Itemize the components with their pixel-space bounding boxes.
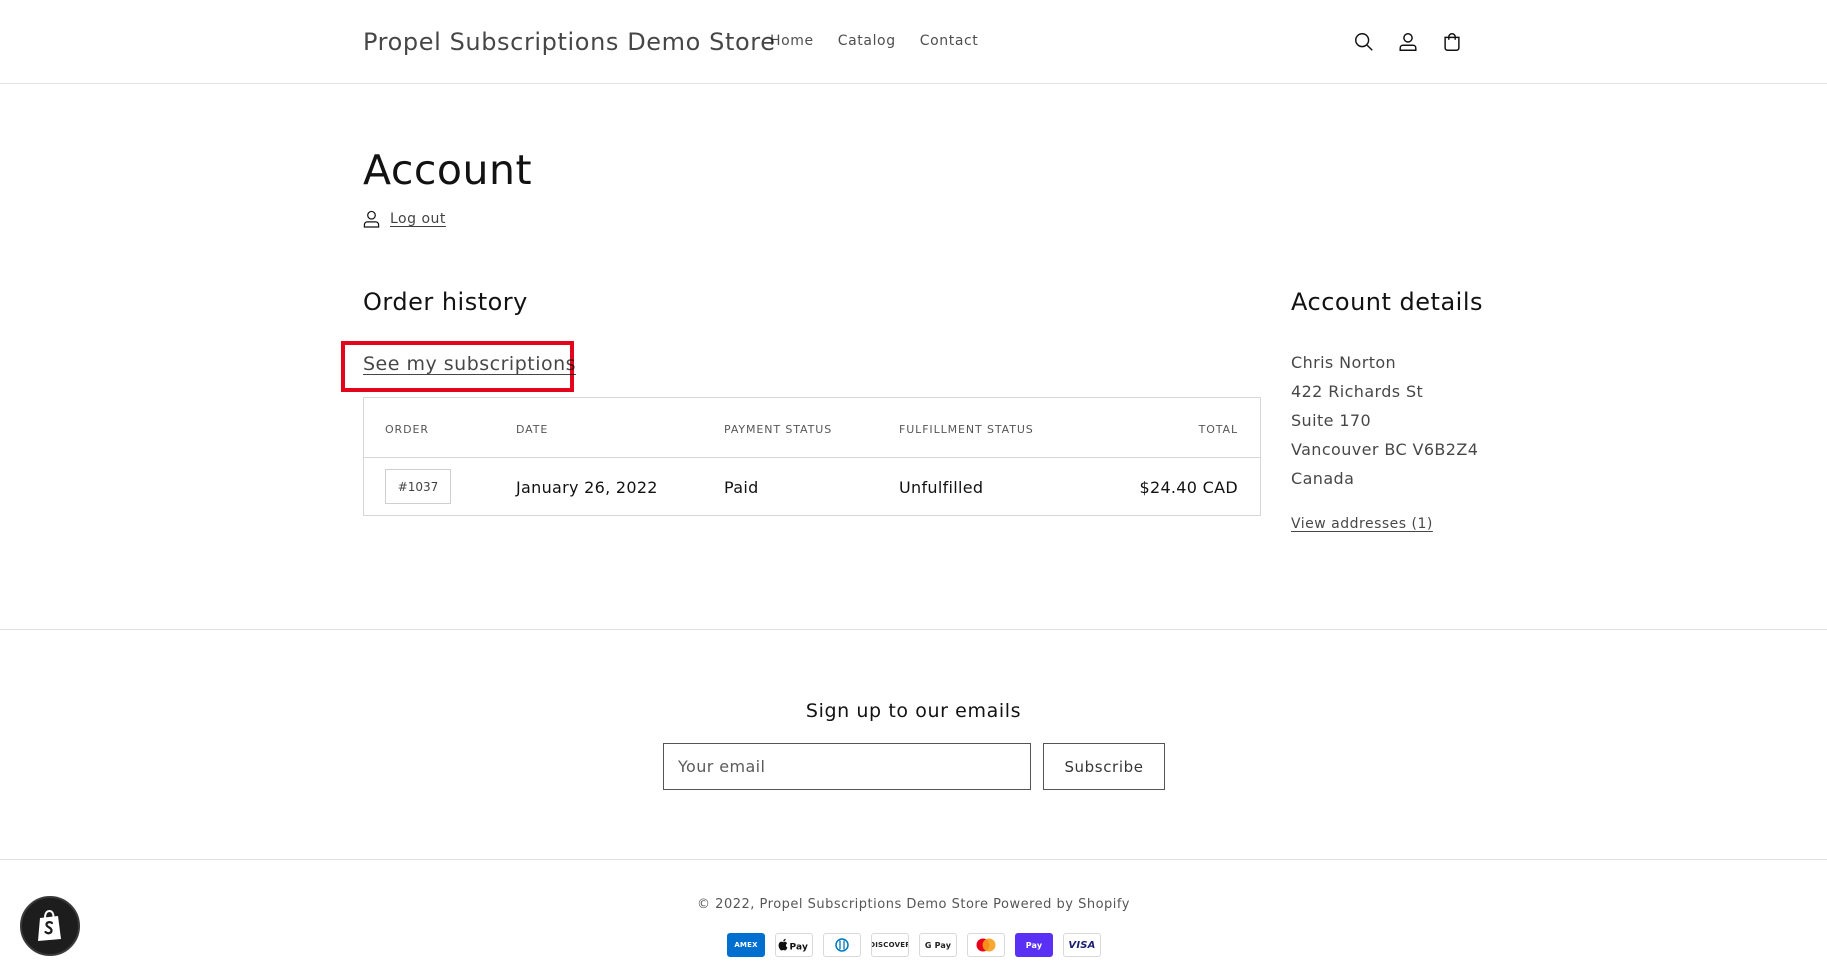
copyright-prefix: © 2022, <box>697 897 755 912</box>
nav-catalog[interactable]: Catalog <box>838 33 896 49</box>
address-country: Canada <box>1291 469 1355 488</box>
column-header-date: DATE <box>516 423 549 436</box>
nav-home[interactable]: Home <box>770 33 814 49</box>
copyright: © 2022, Propel Subscriptions Demo Store … <box>0 897 1827 912</box>
account-details-title: Account details <box>1291 288 1483 316</box>
discover-icon: DISCOVER <box>871 933 909 957</box>
email-input[interactable] <box>663 743 1031 790</box>
order-history-title: Order history <box>363 288 528 316</box>
orders-table: ORDER DATE PAYMENT STATUS FULFILLMENT ST… <box>363 397 1261 516</box>
address-block: Chris Norton 422 Richards St Suite 170 V… <box>1291 348 1478 493</box>
address-name: Chris Norton <box>1291 353 1397 372</box>
column-header-payment-status: PAYMENT STATUS <box>724 423 833 436</box>
order-total: $24.40 CAD <box>1139 478 1238 497</box>
apple-pay-icon: Pay <box>775 933 813 957</box>
google-pay-icon: G Pay <box>919 933 957 957</box>
powered-by-shopify-link[interactable]: Powered by Shopify <box>993 897 1130 912</box>
search-icon[interactable] <box>1352 28 1376 56</box>
amex-icon: AMEX <box>727 933 765 957</box>
shop-pay-icon: Pay <box>1015 933 1053 957</box>
address-street: 422 Richards St <box>1291 382 1424 401</box>
order-number-link[interactable]: #1037 <box>385 469 451 504</box>
table-header: ORDER DATE PAYMENT STATUS FULFILLMENT ST… <box>364 398 1260 458</box>
column-header-fulfillment-status: FULFILLMENT STATUS <box>899 423 1034 436</box>
mastercard-icon <box>967 933 1005 957</box>
visa-icon: VISA <box>1063 933 1101 957</box>
logout-link[interactable]: Log out <box>390 211 446 227</box>
see-subscriptions-link[interactable]: See my subscriptions <box>363 353 576 375</box>
logout-row: Log out <box>363 210 446 228</box>
footer-divider <box>0 629 1827 630</box>
order-date: January 26, 2022 <box>516 478 658 497</box>
copyright-store-link[interactable]: Propel Subscriptions Demo Store <box>760 897 989 912</box>
subscribe-button[interactable]: Subscribe <box>1043 743 1165 790</box>
fulfillment-status: Unfulfilled <box>899 478 984 497</box>
column-header-order: ORDER <box>385 423 429 436</box>
main-nav: Home Catalog Contact <box>770 33 978 49</box>
svg-text:Pay: Pay <box>790 943 809 953</box>
diners-club-icon <box>823 933 861 957</box>
newsletter-title: Sign up to our emails <box>805 700 1022 722</box>
column-header-total: TOTAL <box>1198 423 1238 436</box>
address-city: Vancouver BC V6B2Z4 <box>1291 440 1479 459</box>
site-header: Propel Subscriptions Demo Store Home Cat… <box>0 0 1827 84</box>
user-icon <box>363 210 380 228</box>
nav-contact[interactable]: Contact <box>920 33 979 49</box>
page-title: Account <box>363 146 533 194</box>
footer-bottom-divider <box>0 859 1827 860</box>
account-icon[interactable] <box>1396 28 1420 56</box>
header-icons <box>1352 28 1464 56</box>
payment-icons: AMEX Pay DISCOVER G Pay Pay VISA <box>727 933 1101 957</box>
address-suite: Suite 170 <box>1291 411 1372 430</box>
shopify-icon[interactable] <box>20 896 80 956</box>
view-addresses-link[interactable]: View addresses (1) <box>1291 516 1433 532</box>
store-title[interactable]: Propel Subscriptions Demo Store <box>363 28 776 56</box>
payment-status: Paid <box>724 478 759 497</box>
cart-icon[interactable] <box>1440 28 1464 56</box>
